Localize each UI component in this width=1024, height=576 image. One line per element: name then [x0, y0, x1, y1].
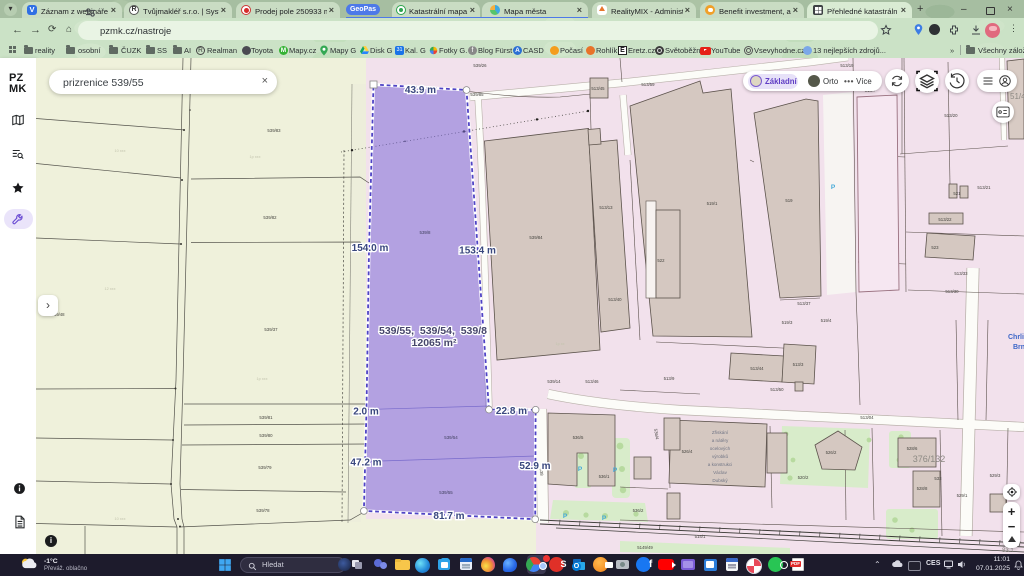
svg-text:539/81: 539/81	[259, 415, 273, 420]
svg-text:10 xxx: 10 xxx	[115, 149, 126, 153]
svg-text:1p xxx: 1p xxx	[250, 155, 261, 159]
svg-text:533: 533	[934, 476, 942, 481]
svg-text:P: P	[578, 466, 583, 473]
svg-text:513/3: 513/3	[793, 362, 804, 367]
svg-text:47.2 m: 47.2 m	[350, 458, 381, 469]
svg-text:536/2: 536/2	[633, 508, 644, 513]
svg-text:2.0 m: 2.0 m	[353, 407, 379, 418]
svg-text:513/59: 513/59	[641, 82, 655, 87]
svg-text:výrobků: výrobků	[712, 453, 729, 459]
svg-text:Zřiskání: Zřiskání	[712, 430, 729, 435]
svg-text:513/9: 513/9	[664, 376, 675, 381]
svg-text:519: 519	[785, 198, 793, 203]
svg-text:513/13: 513/13	[599, 205, 613, 210]
svg-text:a konstrukci: a konstrukci	[708, 462, 733, 467]
svg-text:514/1: 514/1	[695, 534, 706, 539]
svg-text:52.9 m: 52.9 m	[519, 461, 550, 472]
svg-text:513/04: 513/04	[860, 415, 874, 420]
svg-text:1p xx: 1p xx	[555, 342, 564, 346]
svg-text:376/132: 376/132	[913, 454, 946, 464]
svg-text:513/19: 513/19	[840, 63, 854, 68]
svg-text:513/33: 513/33	[954, 271, 968, 276]
svg-text:539/14: 539/14	[547, 379, 561, 384]
svg-text:522: 522	[657, 258, 665, 263]
svg-text:513/20: 513/20	[944, 113, 958, 118]
svg-text:513/40: 513/40	[608, 297, 622, 302]
svg-text:P: P	[563, 513, 568, 520]
svg-text:539/8: 539/8	[420, 230, 432, 235]
svg-text:539/37: 539/37	[264, 327, 278, 332]
svg-text:43.9 m: 43.9 m	[405, 85, 436, 96]
svg-text:539/80: 539/80	[259, 433, 273, 438]
svg-text:P: P	[613, 467, 618, 474]
svg-text:526/2: 526/2	[826, 450, 837, 455]
svg-text:529/3: 529/3	[990, 473, 1001, 478]
svg-text:523: 523	[931, 245, 939, 250]
svg-text:P: P	[831, 184, 836, 191]
svg-text:539/26: 539/26	[473, 63, 487, 68]
svg-text:539/78: 539/78	[256, 508, 270, 513]
svg-text:513/50: 513/50	[770, 387, 784, 392]
svg-text:153.4 m: 153.4 m	[459, 246, 496, 257]
svg-text:526/4: 526/4	[682, 449, 693, 454]
svg-text:1p xxx: 1p xxx	[257, 377, 268, 381]
svg-text:Dubský: Dubský	[712, 478, 728, 483]
svg-text:539/82: 539/82	[263, 215, 277, 220]
svg-text:521: 521	[953, 191, 961, 196]
svg-text:ocelových: ocelových	[710, 446, 731, 451]
svg-text:539/85: 539/85	[470, 92, 484, 97]
svg-text:Brně: Brně	[1013, 344, 1024, 351]
svg-text:Václav: Václav	[713, 470, 727, 475]
svg-text:10 xxx: 10 xxx	[115, 517, 126, 521]
svg-text:528/6: 528/6	[907, 446, 918, 451]
svg-text:81.7 m: 81.7 m	[433, 511, 464, 522]
svg-text:5149/49: 5149/49	[637, 545, 653, 550]
svg-text:a nátěry: a nátěry	[712, 438, 729, 443]
svg-text:519/1: 519/1	[707, 201, 718, 206]
svg-text:536/1: 536/1	[599, 474, 610, 479]
svg-text:539/55: 539/55	[439, 490, 453, 495]
svg-text:Chrlick: Chrlick	[1008, 334, 1024, 341]
svg-text:12065 m²: 12065 m²	[412, 337, 457, 349]
svg-text:520/2: 520/2	[798, 475, 809, 480]
svg-text:12 xxx: 12 xxx	[105, 287, 116, 291]
svg-text:513/37: 513/37	[797, 301, 811, 306]
svg-text:539/84: 539/84	[529, 235, 543, 240]
svg-text:536/5: 536/5	[573, 435, 584, 440]
svg-text:513/44: 513/44	[750, 366, 764, 371]
svg-text:51/4: 51/4	[1010, 92, 1024, 101]
svg-text:513/22: 513/22	[938, 217, 952, 222]
svg-text:P: P	[602, 515, 607, 522]
svg-text:22.8 m: 22.8 m	[496, 406, 527, 417]
svg-text:519/4: 519/4	[821, 318, 832, 323]
svg-text:513/30: 513/30	[945, 289, 959, 294]
svg-text:513/45: 513/45	[591, 86, 605, 91]
svg-text:539/55, 539/54, 539/8: 539/55, 539/54, 539/8	[379, 325, 487, 337]
svg-text:513/46: 513/46	[585, 379, 599, 384]
svg-text:529/1: 529/1	[957, 493, 968, 498]
svg-text:539/79: 539/79	[258, 465, 272, 470]
svg-text:539/83: 539/83	[267, 128, 281, 133]
svg-text:513/21: 513/21	[977, 185, 991, 190]
svg-text:539/54: 539/54	[444, 435, 458, 440]
svg-text:519/3: 519/3	[782, 320, 793, 325]
svg-text:154.0 m: 154.0 m	[352, 243, 389, 254]
svg-text:528/8: 528/8	[917, 486, 928, 491]
